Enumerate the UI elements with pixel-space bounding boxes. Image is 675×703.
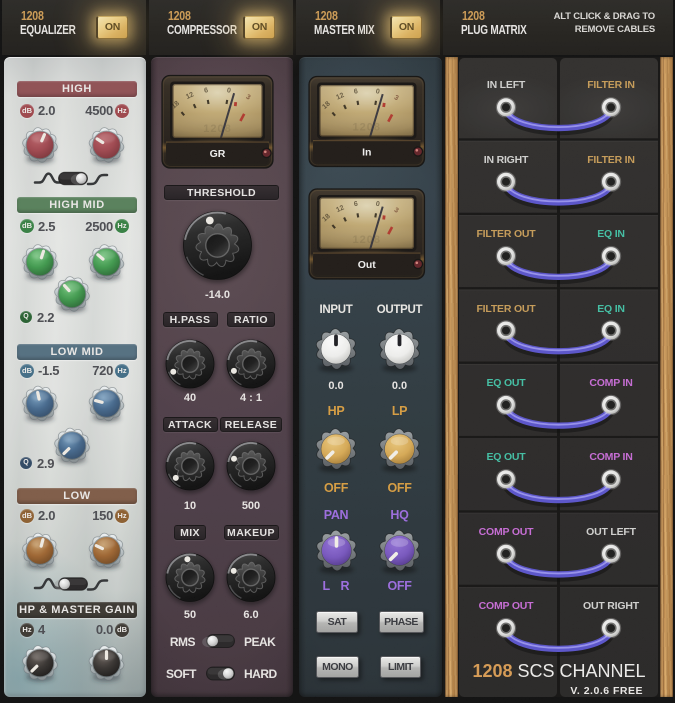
svg-text:GR: GR bbox=[210, 148, 226, 160]
svg-text:1208: 1208 bbox=[353, 122, 381, 134]
svg-text:In: In bbox=[362, 147, 371, 159]
svg-text:1208: 1208 bbox=[203, 123, 231, 135]
svg-text:Out: Out bbox=[358, 259, 377, 271]
svg-text:1208: 1208 bbox=[353, 234, 381, 246]
